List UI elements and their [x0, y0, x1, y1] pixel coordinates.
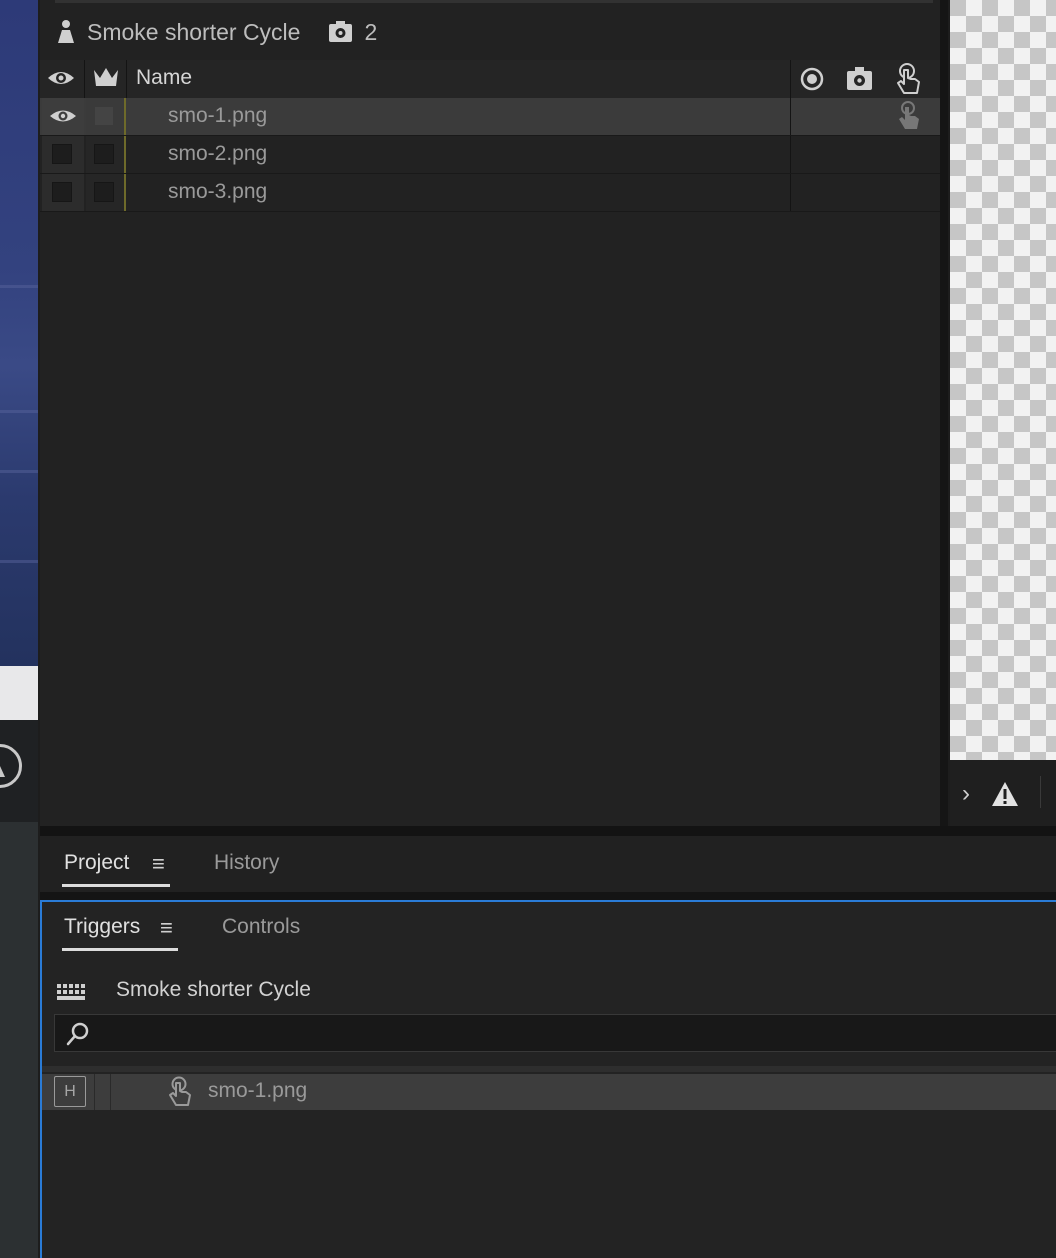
- camera-gear-icon[interactable]: [846, 66, 874, 92]
- layer-name[interactable]: smo-2.png: [168, 142, 267, 166]
- search-icon: [66, 1022, 89, 1046]
- comp-title: Smoke shorter Cycle: [87, 18, 301, 45]
- comp-header: Smoke shorter Cycle 2: [55, 14, 377, 50]
- tab-history[interactable]: History: [214, 851, 279, 875]
- tab-project-underline: [62, 884, 170, 887]
- col-divider: [790, 136, 791, 173]
- record-icon[interactable]: [799, 66, 825, 92]
- warning-icon[interactable]: [990, 780, 1020, 808]
- solo-cell[interactable]: [86, 174, 124, 211]
- status-divider: [1040, 776, 1041, 808]
- tab-project[interactable]: Project: [64, 851, 129, 875]
- trigger-divider: [94, 1074, 95, 1110]
- crown-icon[interactable]: [92, 66, 120, 90]
- col-divider: [790, 98, 791, 135]
- solo-cell[interactable]: [86, 98, 124, 135]
- camera-count: 2: [364, 18, 378, 45]
- col-divider: [84, 60, 85, 98]
- puppet-icon: [58, 20, 74, 43]
- visibility-checkbox[interactable]: [52, 182, 72, 202]
- hand-pointer-icon[interactable]: [895, 100, 925, 132]
- tab-triggers-underline: [62, 948, 178, 951]
- transparency-canvas: [950, 0, 1056, 760]
- panel-separator[interactable]: [40, 826, 1056, 836]
- col-divider: [126, 60, 127, 98]
- group-line: [124, 174, 126, 211]
- left-lower-area: [0, 822, 38, 1258]
- hand-pointer-icon: [169, 1076, 191, 1106]
- solo-checkbox[interactable]: [94, 144, 114, 164]
- menu-icon[interactable]: ≡: [152, 851, 165, 877]
- panel-top-border: [55, 0, 933, 3]
- col-divider: [790, 174, 791, 211]
- trigger-row-top: [42, 1066, 1056, 1072]
- panel-gap: [40, 892, 1056, 900]
- tab-triggers[interactable]: Triggers: [64, 915, 140, 939]
- visibility-checkbox[interactable]: [52, 144, 72, 164]
- camera-gear-icon: [329, 21, 353, 42]
- solo-checkbox[interactable]: [94, 106, 114, 126]
- layer-row[interactable]: smo-1.png: [40, 98, 946, 136]
- trigger-key-badge[interactable]: H: [54, 1076, 86, 1107]
- preview-image-edge: [0, 0, 38, 666]
- layer-row[interactable]: smo-2.png: [40, 136, 946, 174]
- panel-divider[interactable]: [940, 0, 948, 826]
- search-input[interactable]: [54, 1014, 1056, 1052]
- column-name-header[interactable]: Name: [136, 66, 192, 90]
- group-line: [124, 98, 126, 135]
- visibility-cell[interactable]: [42, 174, 84, 211]
- keyboard-icon: [57, 984, 85, 1000]
- hand-pointer-icon[interactable]: [893, 62, 923, 96]
- triangle-icon: [0, 766, 5, 777]
- menu-icon[interactable]: ≡: [160, 915, 173, 941]
- eye-icon[interactable]: [48, 105, 78, 127]
- trigger-divider: [110, 1074, 111, 1110]
- layer-name[interactable]: smo-3.png: [168, 180, 267, 204]
- trigger-layer-name[interactable]: smo-1.png: [208, 1079, 307, 1103]
- eye-icon[interactable]: [46, 66, 76, 90]
- solo-checkbox[interactable]: [94, 182, 114, 202]
- layer-row[interactable]: smo-3.png: [40, 174, 946, 212]
- solo-cell[interactable]: [86, 136, 124, 173]
- group-line: [124, 136, 126, 173]
- visibility-cell[interactable]: [42, 136, 84, 173]
- visibility-cell[interactable]: [42, 98, 84, 135]
- layer-name[interactable]: smo-1.png: [168, 104, 267, 128]
- tab-controls[interactable]: Controls: [222, 915, 300, 939]
- project-tab-bar: [40, 836, 1056, 892]
- triggers-title: Smoke shorter Cycle: [116, 978, 311, 1001]
- left-circle-button[interactable]: [0, 744, 22, 788]
- col-divider: [790, 60, 791, 98]
- left-white-bar: [0, 666, 38, 720]
- chevron-right-icon[interactable]: ›: [962, 780, 970, 808]
